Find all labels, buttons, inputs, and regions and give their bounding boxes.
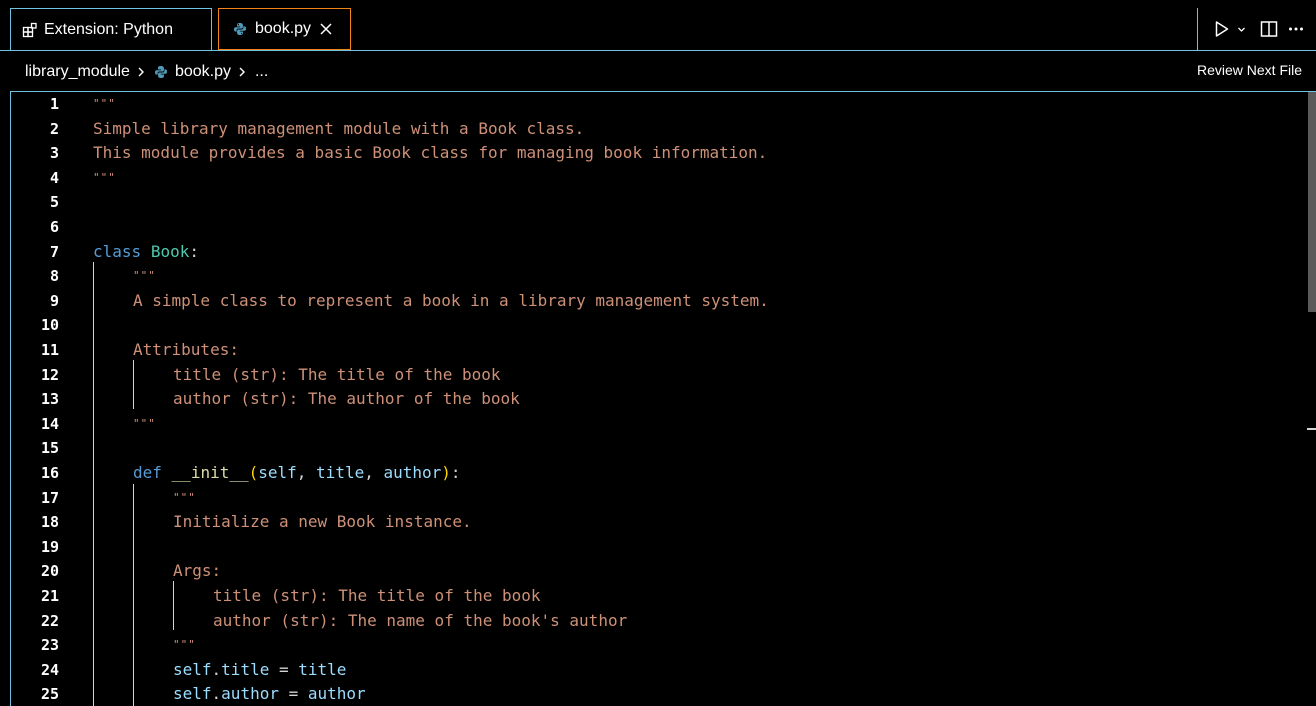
split-editor-icon[interactable]	[1260, 20, 1278, 38]
breadcrumb-folder[interactable]: library_module	[25, 63, 130, 81]
code-line: 11 Attributes:	[11, 338, 1301, 362]
breadcrumb-file-label: book.py	[174, 63, 231, 80]
code-line: 16 def __init__(self, title, author):	[11, 461, 1301, 485]
line-number: 7	[49, 242, 59, 261]
line-number: 21	[40, 587, 59, 605]
code-text: author (str): The author of the book	[173, 389, 520, 409]
code-line: 23 """	[11, 633, 1301, 657]
line-number: 16	[40, 464, 59, 482]
code-line: 8 """	[11, 264, 1301, 288]
extensions-icon	[22, 22, 38, 38]
line-number: 19	[40, 537, 59, 556]
line-number: 5	[49, 193, 59, 212]
code-text: """	[133, 269, 156, 283]
vscode-window: Extension: Python book.py library_module…	[0, 0, 1316, 706]
line-number: 24	[40, 660, 59, 679]
code-text: Initialize a new Book instance.	[173, 512, 472, 532]
code-line: 12 title (str): The title of the book	[11, 363, 1301, 387]
line-number: 9	[49, 291, 59, 310]
code-text: class Book:	[93, 241, 199, 261]
line-number: 3	[49, 144, 59, 163]
code-line: 3 This module provides a basic Book clas…	[11, 141, 1301, 165]
breadcrumb-file[interactable]: book.py	[154, 63, 231, 81]
scrollbar-thumb[interactable]	[1308, 92, 1316, 312]
breadcrumb-symbols[interactable]: ...	[255, 63, 268, 81]
line-number: 4	[49, 168, 59, 187]
line-number: 23	[40, 636, 59, 655]
code-text: This module provides a basic Book class …	[93, 143, 768, 163]
editor-actions	[1197, 8, 1316, 50]
code-line: 19	[11, 535, 1301, 559]
code-text: Args:	[173, 561, 222, 581]
line-number: 12	[40, 365, 59, 384]
chevron-right-icon	[238, 67, 246, 77]
tab-extension-python[interactable]: Extension: Python	[10, 8, 212, 50]
code-line: 15	[11, 436, 1301, 460]
code-line: 13 author (str): The author of the book	[11, 387, 1301, 411]
code-line: 21 title (str): The title of the book	[11, 584, 1301, 608]
tab-book-py[interactable]: book.py	[218, 8, 351, 50]
line-number: 2	[49, 119, 59, 138]
tab-label: book.py	[255, 20, 312, 37]
line-number: 8	[49, 267, 59, 286]
code-line: 18 Initialize a new Book instance.	[11, 510, 1301, 534]
vertical-scrollbar[interactable]	[1306, 92, 1316, 706]
line-number: 1	[49, 95, 59, 113]
code-line: 6	[11, 215, 1301, 239]
tab-label: Extension: Python	[44, 20, 173, 38]
line-number: 10	[40, 316, 59, 335]
code-line: 10	[11, 313, 1301, 337]
code-text: self.author = author	[173, 684, 366, 704]
tab-bar-border	[0, 50, 1316, 51]
line-number: 6	[49, 218, 59, 236]
python-icon	[154, 65, 168, 79]
line-number: 17	[40, 488, 59, 507]
line-number: 14	[40, 414, 59, 433]
code-text: self.title = title	[173, 659, 347, 679]
code-line: 25 self.author = author	[11, 682, 1301, 706]
close-icon[interactable]	[319, 22, 333, 36]
line-number: 18	[40, 513, 59, 532]
code-line: 20 Args:	[11, 559, 1301, 583]
code-line: 2 Simple library management module with …	[11, 117, 1301, 141]
code-line: 24 self.title = title	[11, 658, 1301, 682]
chevron-down-icon[interactable]	[1237, 25, 1246, 34]
code-text: def __init__(self, title, author):	[133, 463, 461, 482]
code-line: 22 author (str): The name of the book's …	[11, 609, 1301, 633]
run-icon[interactable]	[1214, 20, 1230, 38]
line-number: 22	[40, 611, 59, 630]
code-line: 14 """	[11, 412, 1301, 436]
line-number: 20	[40, 562, 59, 581]
review-next-file-button[interactable]: Review Next File	[1197, 62, 1302, 78]
tab-bar: Extension: Python book.py	[0, 0, 1316, 50]
breadcrumb: library_module book.py ...	[25, 60, 268, 84]
code-text: """	[173, 638, 196, 652]
line-number: 13	[40, 390, 59, 409]
code-line: 5	[11, 190, 1301, 214]
chevron-right-icon	[137, 67, 145, 77]
line-number: 25	[40, 685, 59, 704]
code-line: 7 class Book:	[11, 240, 1301, 264]
code-line: 9 A simple class to represent a book in …	[11, 289, 1301, 313]
code-text: title (str): The title of the book	[173, 364, 501, 384]
code-text: """	[173, 490, 196, 504]
code-text: title (str): The title of the book	[213, 586, 541, 605]
line-number: 11	[40, 341, 59, 359]
line-number: 15	[40, 439, 59, 458]
more-actions-icon[interactable]	[1288, 26, 1304, 32]
cursor-position-marker	[1307, 428, 1316, 430]
python-icon	[233, 22, 247, 36]
code-line: 4 """	[11, 166, 1301, 190]
code-text: Attributes:	[133, 340, 239, 359]
code-editor[interactable]: 1 """ 2 Simple library management module…	[10, 91, 1316, 706]
code-line: 17 """	[11, 486, 1301, 510]
code-line: 1 """	[11, 92, 1301, 116]
code-text: """	[93, 170, 116, 184]
code-text: A simple class to represent a book in a …	[133, 290, 769, 310]
code-text: author (str): The name of the book's aut…	[213, 610, 628, 630]
code-text: """	[133, 416, 156, 430]
code-text: Simple library management module with a …	[93, 118, 585, 138]
code-text: """	[93, 97, 116, 110]
